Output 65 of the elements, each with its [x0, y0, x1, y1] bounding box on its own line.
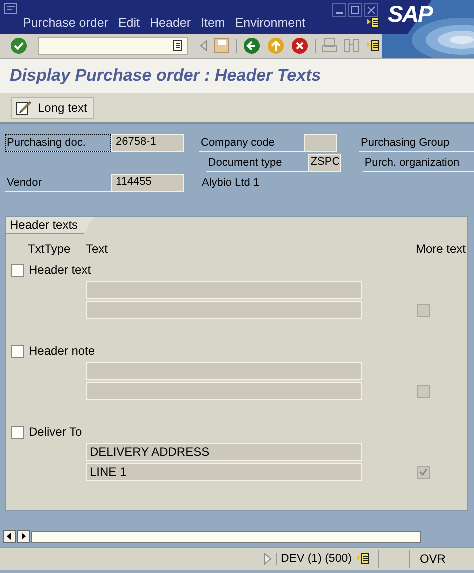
print-icon[interactable] [322, 38, 338, 54]
back-icon[interactable] [243, 37, 261, 55]
scroll-left-button[interactable] [3, 530, 16, 543]
text-line-field[interactable] [86, 362, 362, 380]
left-triangle-icon [7, 533, 12, 540]
screen-title: Display Purchase order : Header Texts [10, 66, 322, 86]
close-button[interactable] [364, 3, 378, 17]
more-text-checkbox[interactable] [417, 466, 430, 478]
menu-item[interactable]: Purchase order [18, 16, 114, 30]
checkbox[interactable] [11, 344, 24, 358]
document-type-field[interactable]: ZSPC [308, 154, 341, 172]
field-label: Purchasing doc. [5, 134, 111, 152]
minimize-icon [336, 12, 342, 14]
exit-icon[interactable] [267, 37, 285, 55]
text-type-label: Header text [29, 263, 92, 277]
checkbox[interactable] [11, 426, 24, 438]
vendor-field[interactable]: 114455 [111, 174, 184, 192]
column-header: More text [416, 242, 466, 256]
left-triangle-icon[interactable] [200, 40, 208, 52]
maximize-icon [350, 6, 360, 14]
column-header: Text [86, 242, 110, 256]
menu-item[interactable]: Header [145, 16, 196, 30]
maximize-button[interactable] [348, 3, 362, 17]
text-type-label: Deliver To [29, 425, 82, 439]
text-line-field[interactable]: LINE 1 [86, 463, 362, 481]
scrollbar-thumb[interactable] [31, 530, 421, 542]
text-type-label: Header note [29, 344, 96, 358]
history-icon[interactable] [173, 40, 183, 52]
checkbox[interactable] [11, 264, 24, 276]
window-menu-icon[interactable] [4, 3, 18, 15]
edit-icon [16, 100, 32, 116]
text-line-field[interactable]: DELIVERY ADDRESS [86, 443, 362, 461]
vendor-name: Alybio Ltd 1 [202, 177, 260, 189]
tab[interactable]: Header texts [6, 217, 94, 234]
input-mode: OVR [418, 552, 446, 566]
cancel-icon[interactable] [291, 37, 309, 55]
binoculars-icon[interactable] [344, 38, 360, 54]
expand-triangle-icon[interactable] [264, 553, 272, 565]
customize-layout-icon[interactable] [356, 553, 370, 565]
save-icon[interactable] [214, 38, 230, 54]
customize-layout-icon[interactable] [366, 17, 380, 29]
menu-item[interactable]: Environment [230, 16, 311, 30]
logo: SAP [388, 1, 432, 28]
column-header: TxtType [28, 242, 72, 256]
customize-layout-icon[interactable] [366, 40, 380, 52]
more-text-checkbox[interactable] [417, 384, 430, 398]
right-triangle-icon [21, 533, 26, 540]
text-line-field[interactable] [86, 382, 362, 400]
check-icon[interactable] [10, 37, 28, 55]
field-label: Purchasing Group [359, 134, 474, 152]
text-line-field[interactable] [86, 281, 362, 299]
scroll-right-button[interactable] [17, 530, 30, 543]
command-field[interactable] [38, 37, 188, 55]
text-line-field[interactable] [86, 301, 362, 319]
menu-item[interactable]: Edit [113, 16, 146, 30]
field-label: Purch. organization [362, 154, 474, 172]
minimize-button[interactable] [332, 3, 346, 17]
more-text-checkbox[interactable] [417, 304, 430, 316]
purchasing-doc-field[interactable]: 26758-1 [111, 134, 184, 152]
menu-item[interactable]: Item [196, 16, 230, 30]
field-label: Document type [206, 154, 308, 172]
long-text-button[interactable]: Long text [11, 96, 94, 118]
system-info: DEV (1) (500) [276, 553, 352, 565]
close-icon [366, 6, 376, 14]
company-code-field[interactable] [304, 134, 337, 152]
